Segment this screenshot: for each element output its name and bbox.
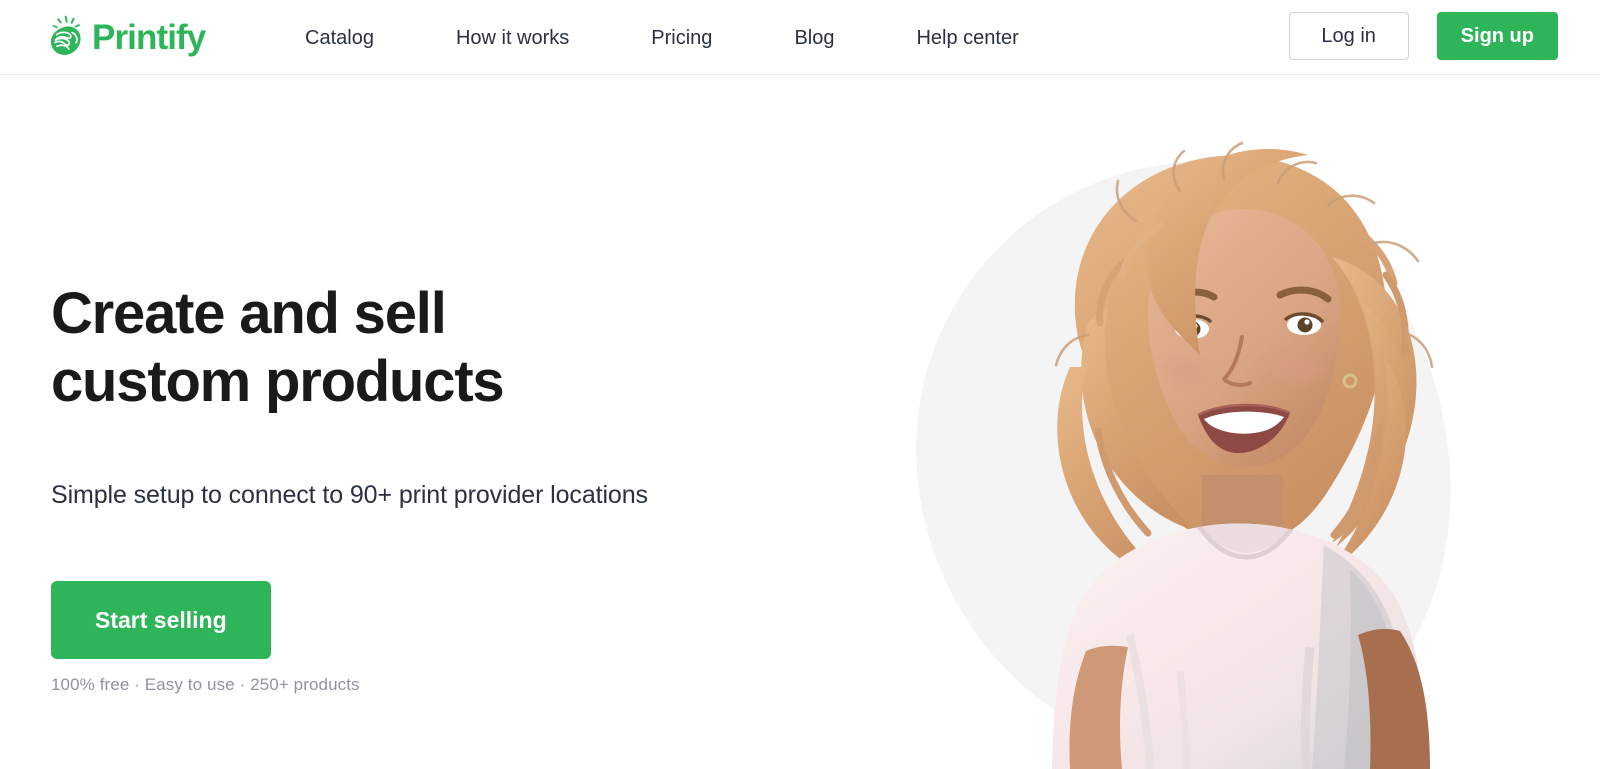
header-actions: Log in Sign up (1288, 12, 1558, 60)
log-in-button[interactable]: Log in (1288, 12, 1409, 60)
nav-item-pricing[interactable]: Pricing (651, 20, 712, 56)
hero-section: Create and sell custom products Simple s… (0, 75, 1600, 769)
hero-subtitle: Simple setup to connect to 90+ print pro… (51, 480, 648, 509)
smiling-woman-in-pink-tshirt-photo (1052, 141, 1434, 769)
printify-hand-logo-icon (48, 15, 86, 59)
site-header: Printify Catalog How it works Pricing Bl… (0, 0, 1600, 75)
start-selling-button[interactable]: Start selling (51, 580, 271, 659)
nav-item-how-it-works[interactable]: How it works (456, 20, 569, 56)
sign-up-button[interactable]: Sign up (1436, 12, 1558, 60)
hero-copy: Create and sell custom products Simple s… (51, 280, 831, 695)
nav-item-help-center[interactable]: Help center (916, 20, 1018, 56)
nav-item-blog[interactable]: Blog (794, 20, 834, 56)
printify-logo[interactable]: Printify (48, 10, 206, 64)
main-navigation: Catalog How it works Pricing Blog Help c… (305, 0, 1019, 75)
hero-visual (880, 75, 1600, 769)
hero-note: 100% free · Easy to use · 250+ products (51, 674, 360, 694)
printify-wordmark: Printify (92, 17, 206, 57)
printify-landing-page: Printify Catalog How it works Pricing Bl… (0, 0, 1600, 769)
nav-item-catalog[interactable]: Catalog (305, 20, 374, 56)
page-title: Create and sell custom products (51, 281, 505, 415)
